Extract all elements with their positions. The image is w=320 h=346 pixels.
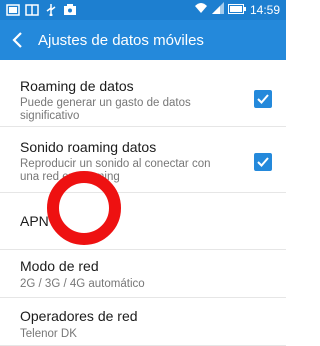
annotation-circle — [47, 171, 121, 245]
setting-title: APN — [20, 213, 49, 229]
setting-title: Sonido roaming datos — [20, 139, 157, 155]
photo-icon — [63, 3, 77, 15]
wifi-icon — [194, 2, 208, 17]
settings-list: Roaming de datos Puede generar un gasto … — [0, 60, 286, 346]
gallery-icon — [6, 3, 20, 16]
setting-subtitle: Reproducir un sonido al conectar con una… — [20, 158, 211, 183]
setting-sonido-roaming[interactable]: Sonido roaming datos Reproducir un sonid… — [0, 127, 286, 193]
setting-subtitle: Puede generar un gasto de datos signific… — [20, 97, 191, 122]
setting-title: Modo de red — [20, 258, 99, 274]
app-bar: Ajustes de datos móviles — [0, 20, 286, 60]
status-icons-left — [6, 3, 77, 17]
battery-icon — [227, 3, 246, 17]
setting-subtitle: 2G / 3G / 4G automático — [20, 278, 145, 290]
sonido-roaming-checkbox[interactable] — [254, 153, 272, 171]
setting-modo-de-red[interactable]: Modo de red 2G / 3G / 4G automático — [0, 250, 286, 298]
setting-roaming-datos[interactable]: Roaming de datos Puede generar un gasto … — [0, 60, 286, 127]
setting-operadores-de-red[interactable]: Operadores de red Telenor DK — [0, 298, 286, 346]
page-title: Ajustes de datos móviles — [38, 32, 204, 49]
image-icon — [25, 3, 39, 16]
usb-icon — [44, 3, 58, 17]
status-icons-right: 14:59 — [194, 2, 280, 17]
setting-title: Roaming de datos — [20, 78, 134, 94]
setting-subtitle: Telenor DK — [20, 328, 77, 340]
status-time: 14:59 — [249, 2, 280, 17]
chevron-left-icon[interactable] — [8, 30, 28, 50]
roaming-checkbox[interactable] — [254, 90, 272, 108]
status-bar: 14:59 — [0, 0, 286, 20]
signal-icon — [211, 2, 224, 17]
setting-apn[interactable]: APN — [0, 193, 286, 250]
setting-title: Operadores de red — [20, 308, 138, 324]
